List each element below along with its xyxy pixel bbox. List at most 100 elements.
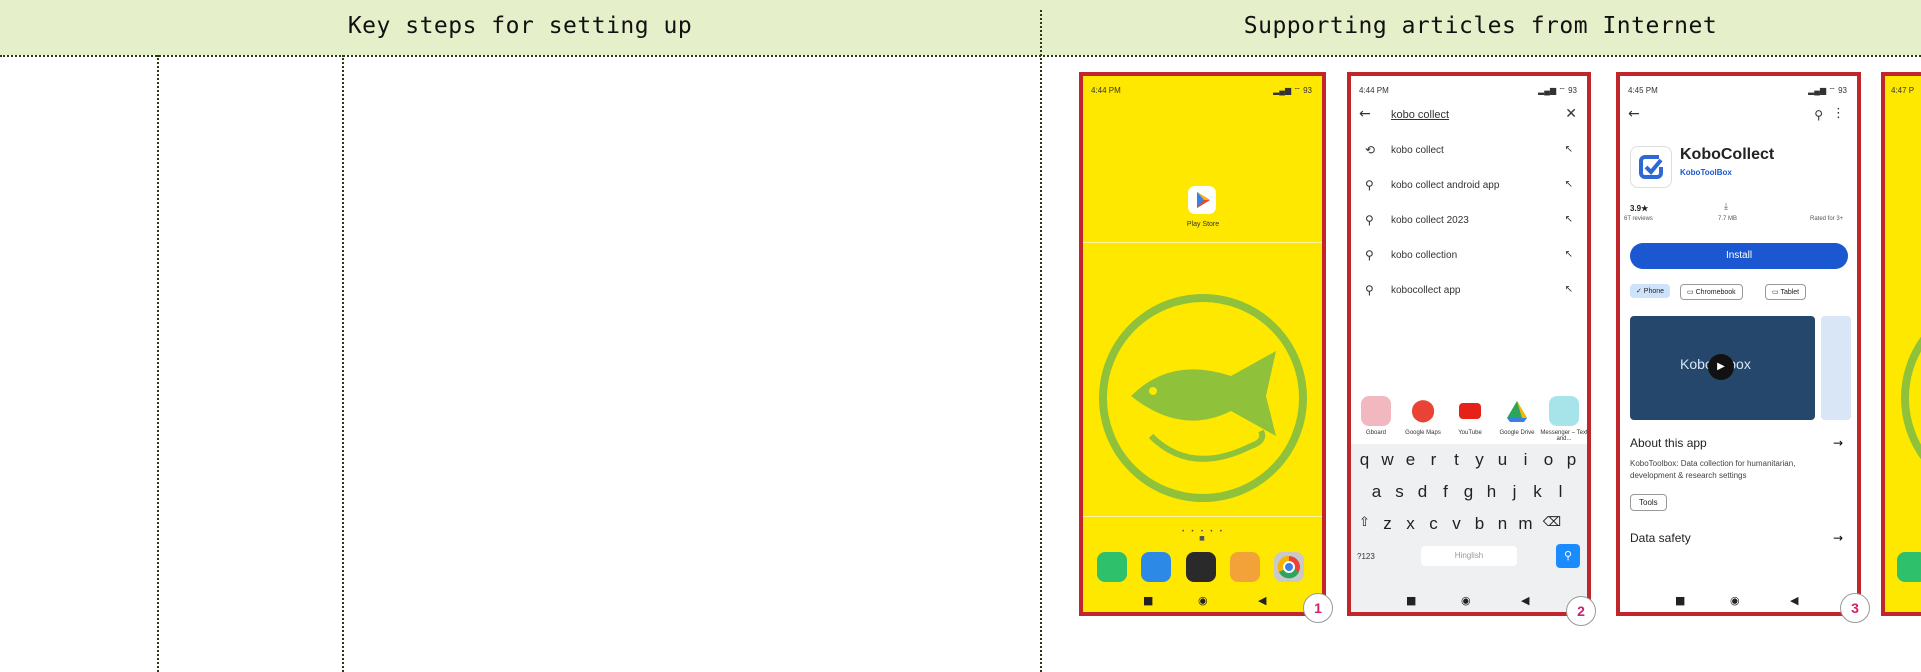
key[interactable]: v	[1445, 514, 1468, 534]
download-icon: ⤓	[1724, 202, 1728, 212]
install-button[interactable]: Install	[1630, 243, 1848, 269]
step-badge-1: 1	[1303, 593, 1333, 623]
search-input[interactable]: kobo collect	[1391, 109, 1449, 121]
video-preview[interactable]: Kobo box ▶	[1630, 316, 1815, 420]
arrow-left-icon[interactable]: ←	[1359, 106, 1371, 122]
column-divider	[1040, 10, 1042, 672]
left-column-title: Key steps for setting up	[347, 13, 693, 39]
key[interactable]: y	[1468, 450, 1491, 470]
keyboard-row-1: q w e r t y u i o p	[1353, 450, 1583, 470]
phone-screenshot-app-page: 4:45 PM ▂▄▆ ⌔ 93 ← ⚲ ⋮ KoboCollect KoboT…	[1616, 72, 1861, 616]
play-icon[interactable]: ▶	[1708, 354, 1734, 380]
key[interactable]: x	[1399, 514, 1422, 534]
recents-nav-icon[interactable]: ■	[1675, 594, 1685, 607]
shift-icon[interactable]: ⇧	[1353, 514, 1376, 534]
about-title[interactable]: About this app	[1630, 436, 1707, 450]
chip-tablet[interactable]: ▭ Tablet	[1765, 284, 1807, 300]
key[interactable]: j	[1503, 482, 1526, 502]
google-maps-app-icon[interactable]: ⬤	[1408, 396, 1438, 426]
key[interactable]: l	[1549, 482, 1572, 502]
youtube-app-icon[interactable]	[1455, 396, 1485, 426]
page-dots: • • • • • ■	[1181, 528, 1225, 542]
key[interactable]: u	[1491, 450, 1514, 470]
notes-app-icon[interactable]	[1230, 552, 1260, 582]
key[interactable]: t	[1445, 450, 1468, 470]
screenshot-thumb[interactable]	[1821, 316, 1851, 420]
key[interactable]: z	[1376, 514, 1399, 534]
arrow-up-left-icon[interactable]: ↖	[1565, 144, 1573, 155]
tag-tools[interactable]: Tools	[1630, 494, 1667, 511]
key[interactable]: a	[1365, 482, 1388, 502]
step-badge-2: 2	[1566, 596, 1596, 626]
arrow-up-left-icon[interactable]: ↖	[1565, 179, 1573, 190]
back-nav-icon[interactable]: ◀	[1790, 594, 1798, 607]
chrome-app-icon[interactable]	[1274, 552, 1304, 582]
arrow-right-icon[interactable]: →	[1833, 531, 1843, 545]
app-label: Google Maps	[1405, 430, 1441, 436]
search-key-icon[interactable]: ⚲	[1556, 544, 1580, 568]
phone-screenshot-cropped: 4:47 P	[1881, 72, 1921, 616]
home-nav-icon[interactable]: ◉	[1461, 594, 1471, 607]
key[interactable]: r	[1422, 450, 1445, 470]
arrow-up-left-icon[interactable]: ↖	[1565, 214, 1573, 225]
chip-phone[interactable]: ✓ Phone	[1630, 284, 1671, 298]
key[interactable]: n	[1491, 514, 1514, 534]
key[interactable]: s	[1388, 482, 1411, 502]
backspace-icon[interactable]: ⌫	[1537, 514, 1567, 534]
suggestion-item[interactable]: ⚲ kobo collect android app ↖	[1351, 169, 1587, 204]
wallpaper-line	[1083, 242, 1322, 243]
data-safety-title[interactable]: Data safety	[1630, 531, 1691, 545]
search-icon[interactable]: ⚲	[1814, 108, 1823, 122]
key[interactable]: q	[1353, 450, 1376, 470]
status-icons: ▂▄▆ ⌔ 93	[1538, 86, 1577, 95]
back-nav-icon[interactable]: ◀	[1258, 594, 1266, 607]
arrow-right-icon[interactable]: →	[1833, 436, 1843, 450]
play-store-icon[interactable]	[1188, 186, 1216, 214]
recents-nav-icon[interactable]: ■	[1406, 594, 1416, 607]
space-key[interactable]: Hinglish	[1421, 546, 1517, 566]
key[interactable]: h	[1480, 482, 1503, 502]
suggestion-item[interactable]: ⚲ kobo collection ↖	[1351, 239, 1587, 274]
key[interactable]: p	[1560, 450, 1583, 470]
back-nav-icon[interactable]: ◀	[1521, 594, 1529, 607]
gboard-app-icon[interactable]	[1361, 396, 1391, 426]
key[interactable]: k	[1526, 482, 1549, 502]
play-store-label: Play Store	[1186, 221, 1220, 228]
header-divider	[0, 55, 1921, 57]
key[interactable]: e	[1399, 450, 1422, 470]
key[interactable]: c	[1422, 514, 1445, 534]
phone-app-icon[interactable]	[1897, 552, 1921, 582]
suggestion-item[interactable]: ⚲ kobo collect 2023 ↖	[1351, 204, 1587, 239]
suggestion-item[interactable]: ⚲ kobocollect app ↖	[1351, 274, 1587, 309]
app-size: 7.7 MB	[1718, 216, 1738, 222]
arrow-up-left-icon[interactable]: ↖	[1565, 249, 1573, 260]
developer-link[interactable]: KoboToolBox	[1680, 168, 1732, 177]
key[interactable]: d	[1411, 482, 1434, 502]
phone-app-icon[interactable]	[1097, 552, 1127, 582]
key[interactable]: f	[1434, 482, 1457, 502]
key[interactable]: o	[1537, 450, 1560, 470]
suggestion-item[interactable]: ⟲ kobo collect ↖	[1351, 134, 1587, 169]
chip-chromebook[interactable]: ▭ Chromebook	[1680, 284, 1743, 300]
key[interactable]: i	[1514, 450, 1537, 470]
key[interactable]: g	[1457, 482, 1480, 502]
phone-screenshot-search: 4:44 PM ▂▄▆ ⌔ 93 ← kobo collect ✕ ⟲ kobo…	[1347, 72, 1591, 616]
google-drive-app-icon[interactable]	[1502, 396, 1532, 426]
history-icon: ⟲	[1365, 143, 1376, 157]
key[interactable]: m	[1514, 514, 1537, 534]
more-vert-icon[interactable]: ⋮	[1832, 106, 1845, 121]
left-table-line-2	[342, 55, 344, 672]
camera-app-icon[interactable]	[1186, 552, 1216, 582]
arrow-left-icon[interactable]: ←	[1628, 106, 1640, 122]
home-nav-icon[interactable]: ◉	[1730, 594, 1740, 607]
close-icon[interactable]: ✕	[1565, 106, 1577, 122]
home-nav-icon[interactable]: ◉	[1198, 594, 1208, 607]
right-column-title: Supporting articles from Internet	[1243, 13, 1718, 39]
key[interactable]: b	[1468, 514, 1491, 534]
recents-nav-icon[interactable]: ■	[1143, 594, 1153, 607]
messenger-app-icon[interactable]	[1549, 396, 1579, 426]
key[interactable]: w	[1376, 450, 1399, 470]
arrow-up-left-icon[interactable]: ↖	[1565, 284, 1573, 295]
symbols-key[interactable]: ?123	[1357, 552, 1375, 561]
contacts-app-icon[interactable]	[1141, 552, 1171, 582]
